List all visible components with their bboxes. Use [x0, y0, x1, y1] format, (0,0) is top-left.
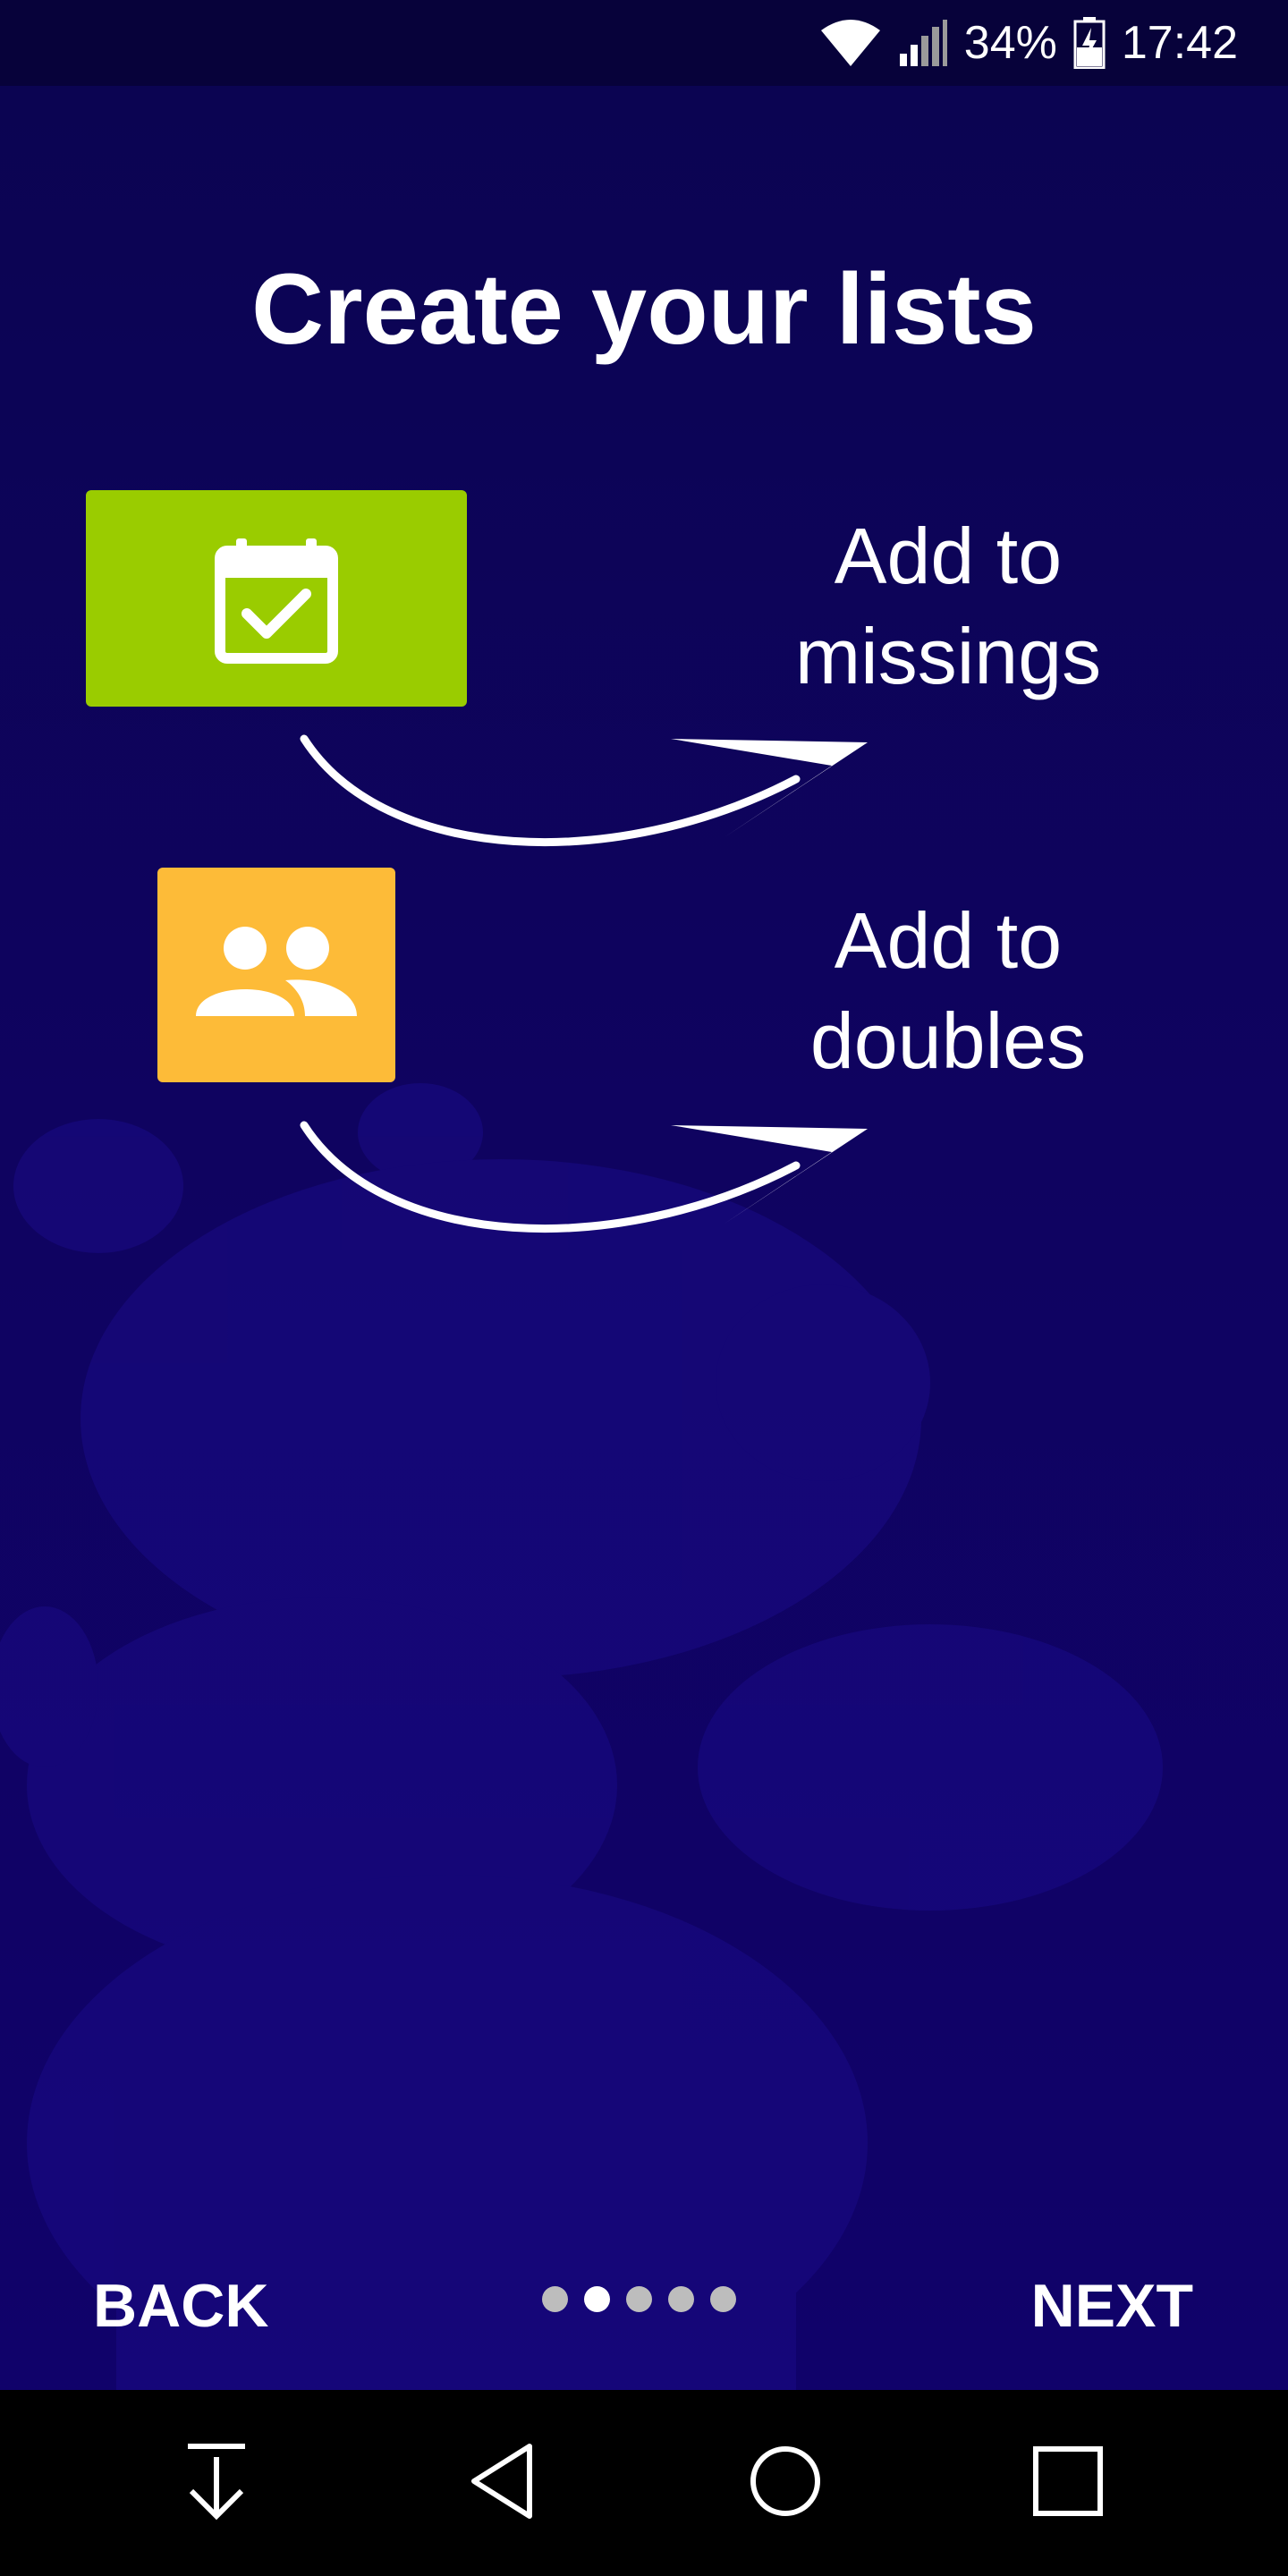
battery-charging-icon — [1073, 17, 1106, 69]
status-icons: 34% 17:42 — [819, 0, 1238, 86]
battery-percent: 34% — [963, 17, 1057, 69]
back-nav-button[interactable] — [413, 2390, 592, 2576]
status-bar: 34% 17:42 — [0, 0, 1288, 86]
download-icon — [181, 2441, 252, 2526]
recents-icon — [1032, 2445, 1104, 2521]
back-icon — [467, 2441, 538, 2526]
arrow-to-doubles-icon — [300, 1121, 868, 1233]
back-button[interactable]: BACK — [93, 2270, 268, 2342]
home-icon — [748, 2444, 823, 2523]
download-button[interactable] — [127, 2390, 306, 2576]
doubles-label-line2: doubles — [809, 996, 1087, 1085]
signal-icon — [898, 18, 948, 68]
doubles-label: Add to doubles — [698, 891, 1199, 1091]
page-dot-3 — [626, 2286, 652, 2312]
page-title: Create your lists — [251, 253, 1037, 365]
missings-label: Add to missings — [698, 506, 1199, 707]
onboarding-screen: Create your lists Add to missings Add to… — [0, 86, 1288, 2390]
system-navigation-bar — [0, 2390, 1288, 2576]
next-button[interactable]: NEXT — [1031, 2270, 1193, 2342]
home-button[interactable] — [696, 2390, 875, 2576]
missings-label-line2: missings — [794, 612, 1102, 700]
page-dot-1 — [542, 2286, 568, 2312]
clock: 17:42 — [1121, 17, 1238, 69]
page-indicator — [542, 2286, 736, 2312]
people-icon — [196, 919, 357, 1031]
missings-tile — [86, 490, 467, 707]
page-dot-4 — [668, 2286, 694, 2312]
doubles-label-line1: Add to — [834, 896, 1063, 985]
calendar-check-icon — [209, 530, 343, 668]
page-dot-5 — [710, 2286, 736, 2312]
recents-button[interactable] — [979, 2390, 1157, 2576]
doubles-tile — [157, 868, 395, 1082]
wifi-icon — [819, 18, 882, 68]
missings-label-line1: Add to — [834, 512, 1063, 600]
page-dot-2-active — [584, 2286, 610, 2312]
